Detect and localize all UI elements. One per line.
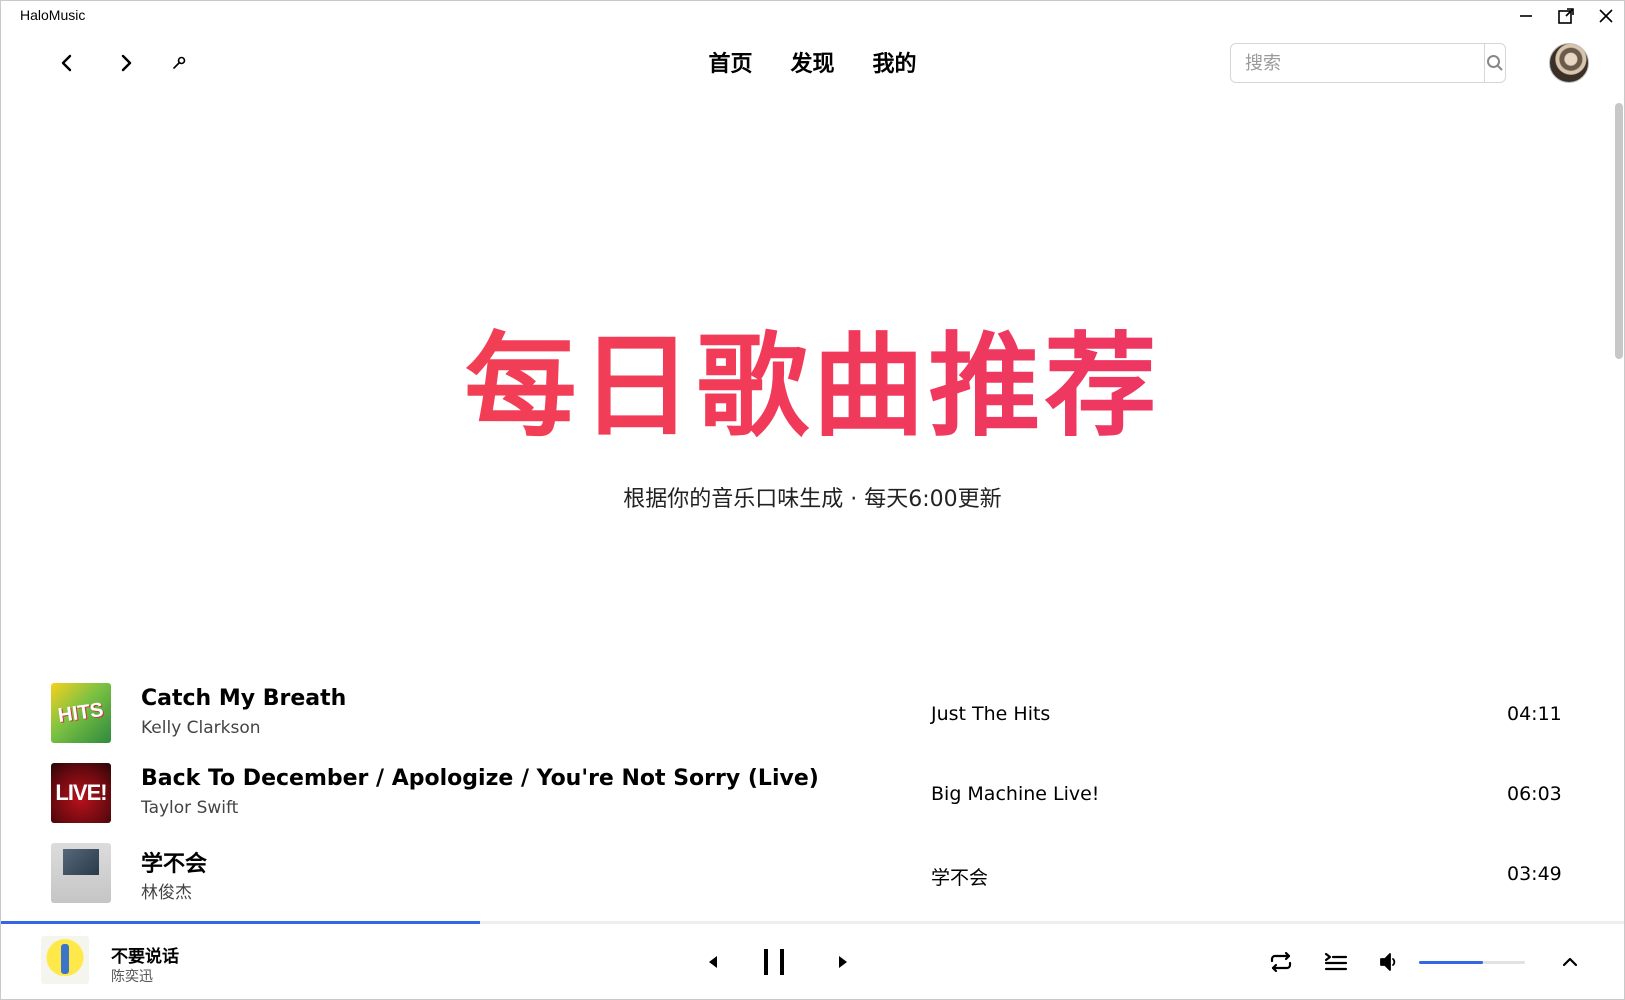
song-artist[interactable]: Kelly Clarkson xyxy=(141,718,261,738)
song-artist[interactable]: 林俊杰 xyxy=(141,878,192,903)
app-window: HaloMusic 首页 发现 我的 搜索 每日歌曲推荐 根据你的音乐口味生成 … xyxy=(0,0,1625,1000)
song-title[interactable]: 学不会 xyxy=(141,846,207,878)
volume-button[interactable] xyxy=(1371,944,1407,980)
player-bar: 不要说话 陈奕迅 xyxy=(1,924,1624,999)
song-title[interactable]: Back To December / Apologize / You're No… xyxy=(141,766,819,791)
repeat-button[interactable] xyxy=(1263,944,1299,980)
album-cover xyxy=(51,843,111,903)
previous-icon xyxy=(709,956,717,968)
volume-slider[interactable] xyxy=(1419,961,1525,964)
tab-home[interactable]: 首页 xyxy=(706,44,754,80)
now-playing-cover[interactable] xyxy=(41,936,89,984)
cover-text: LIVE! xyxy=(55,780,107,805)
top-navigation: 首页 发现 我的 xyxy=(1,31,1624,95)
song-duration: 04:11 xyxy=(1507,703,1562,725)
album-cover: HITS xyxy=(51,683,111,743)
page-title: 每日歌曲推荐 xyxy=(1,325,1624,449)
cover-figure xyxy=(61,944,69,974)
song-row[interactable]: HITS Catch My Breath Kelly Clarkson Just… xyxy=(1,673,1624,753)
song-album[interactable]: Big Machine Live! xyxy=(931,783,1099,805)
song-title[interactable]: Catch My Breath xyxy=(141,686,346,711)
song-artist[interactable]: Taylor Swift xyxy=(141,798,238,818)
tab-mine[interactable]: 我的 xyxy=(871,44,919,80)
minimize-button[interactable] xyxy=(1506,3,1546,29)
search-button[interactable] xyxy=(1484,44,1505,82)
expand-player-button[interactable] xyxy=(1552,944,1588,980)
search-box xyxy=(1230,43,1506,83)
song-duration: 03:49 xyxy=(1507,863,1562,885)
scrollbar-thumb[interactable] xyxy=(1615,103,1623,359)
close-icon xyxy=(1599,9,1613,23)
next-button[interactable] xyxy=(823,942,863,982)
song-row[interactable]: LIVE! Back To December / Apologize / You… xyxy=(1,753,1624,833)
cover-photo xyxy=(63,849,99,875)
pause-icon xyxy=(764,949,784,975)
now-playing-title[interactable]: 不要说话 xyxy=(111,942,179,967)
next-icon xyxy=(839,956,847,968)
search-input[interactable] xyxy=(1231,44,1484,82)
song-row[interactable]: 学不会 林俊杰 学不会 03:49 xyxy=(1,833,1624,913)
song-album[interactable]: 学不会 xyxy=(931,863,988,890)
popout-button[interactable] xyxy=(1546,3,1586,29)
pause-button[interactable] xyxy=(754,942,794,982)
song-list: HITS Catch My Breath Kelly Clarkson Just… xyxy=(1,673,1624,913)
album-cover: LIVE! xyxy=(51,763,111,823)
playlist-button[interactable] xyxy=(1318,944,1354,980)
repeat-icon xyxy=(1270,951,1292,973)
popout-icon xyxy=(1558,8,1574,24)
tab-discover[interactable]: 发现 xyxy=(788,44,836,80)
volume-icon xyxy=(1380,953,1396,971)
now-playing-artist[interactable]: 陈奕迅 xyxy=(111,966,153,986)
page-subtitle: 根据你的音乐口味生成 · 每天6:00更新 xyxy=(623,487,1002,512)
playlist-icon xyxy=(1324,952,1348,971)
song-duration: 06:03 xyxy=(1507,783,1562,805)
expand-up-icon xyxy=(1562,957,1578,967)
song-album[interactable]: Just The Hits xyxy=(931,703,1050,725)
avatar[interactable] xyxy=(1549,43,1589,83)
app-title: HaloMusic xyxy=(20,7,86,23)
previous-button[interactable] xyxy=(693,942,733,982)
title-bar: HaloMusic xyxy=(1,1,1624,31)
close-button[interactable] xyxy=(1586,3,1624,29)
minimize-icon xyxy=(1520,15,1532,17)
volume-slider-fill xyxy=(1419,961,1483,964)
search-icon xyxy=(1487,55,1503,71)
cover-text: HITS xyxy=(56,698,106,727)
